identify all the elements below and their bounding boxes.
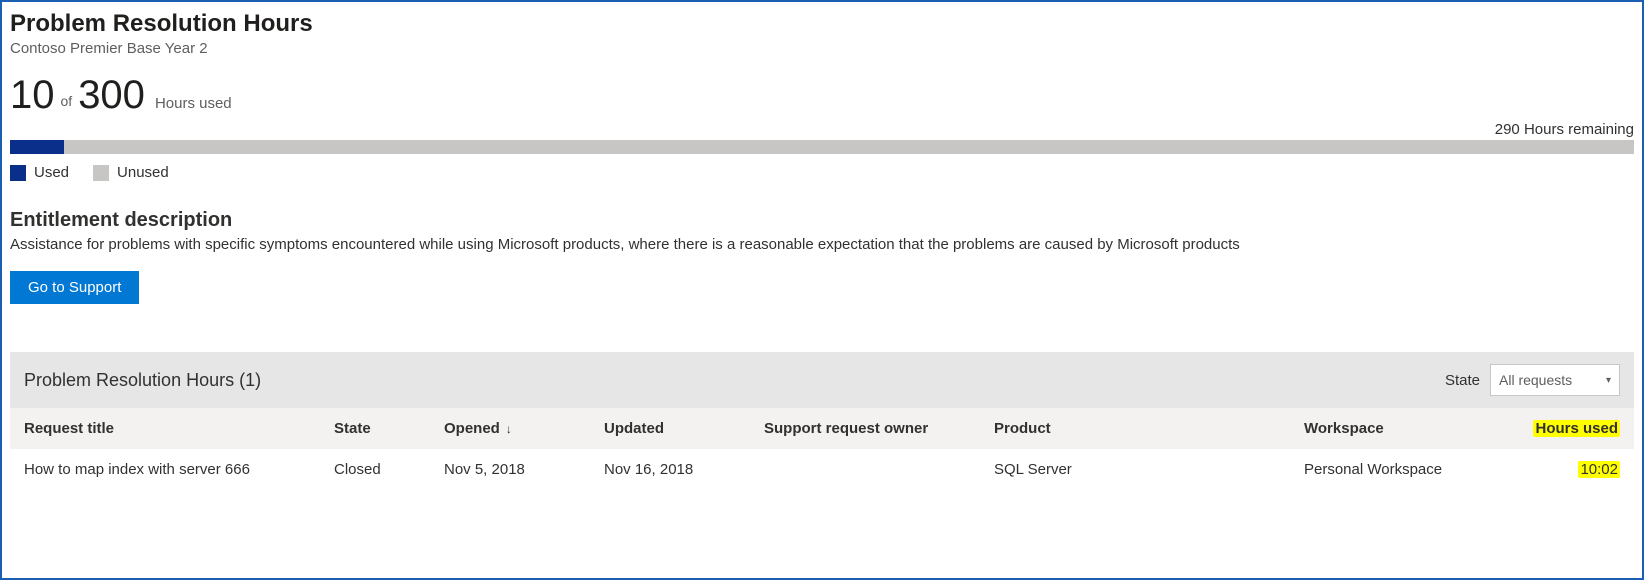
legend: Used Unused xyxy=(10,164,1634,181)
col-opened[interactable]: Opened ↓ xyxy=(430,408,590,449)
cell-workspace: Personal Workspace xyxy=(1290,449,1510,490)
table-header-title: Problem Resolution Hours (1) xyxy=(24,370,261,391)
usage-bar xyxy=(10,140,1634,154)
state-filter-value: All requests xyxy=(1499,372,1572,388)
legend-unused-label: Unused xyxy=(117,164,169,181)
col-updated[interactable]: Updated xyxy=(590,408,750,449)
state-filter-select[interactable]: All requests ▾ xyxy=(1490,364,1620,396)
go-to-support-button[interactable]: Go to Support xyxy=(10,271,139,304)
col-request-title[interactable]: Request title xyxy=(10,408,320,449)
cell-owner xyxy=(750,458,980,482)
cell-updated: Nov 16, 2018 xyxy=(590,449,750,490)
cell-product: SQL Server xyxy=(980,449,1290,490)
col-state[interactable]: State xyxy=(320,408,430,449)
hours-total-value: 300 xyxy=(78,75,145,115)
usage-line: 10 of 300 Hours used xyxy=(10,75,1634,115)
cell-hours-used: 10:02 xyxy=(1510,449,1634,490)
col-owner[interactable]: Support request owner xyxy=(750,408,980,449)
cell-request-title: How to map index with server 666 xyxy=(10,449,300,490)
hours-used-label: Hours used xyxy=(155,95,232,112)
col-hours-used-label: Hours used xyxy=(1533,420,1620,437)
of-label: of xyxy=(61,93,73,109)
subtitle: Contoso Premier Base Year 2 xyxy=(10,40,1634,57)
entitlement-title: Entitlement description xyxy=(10,209,1634,232)
legend-unused: Unused xyxy=(93,164,169,181)
col-product[interactable]: Product xyxy=(980,408,1290,449)
col-opened-label: Opened xyxy=(444,420,500,437)
cell-state: Closed xyxy=(320,449,430,490)
state-filter-label: State xyxy=(1445,372,1480,389)
state-filter: State All requests ▾ xyxy=(1445,364,1620,396)
legend-used: Used xyxy=(10,164,69,181)
hours-remaining: 290 Hours remaining xyxy=(10,121,1634,138)
chevron-down-icon: ▾ xyxy=(1606,375,1611,386)
table-row[interactable]: How to map index with server 666 Closed … xyxy=(10,449,1634,490)
usage-bar-fill xyxy=(10,140,64,154)
requests-table: Problem Resolution Hours (1) State All r… xyxy=(10,352,1634,490)
swatch-unused-icon xyxy=(93,165,109,181)
entitlement-desc: Assistance for problems with specific sy… xyxy=(10,236,1410,253)
sort-down-icon: ↓ xyxy=(506,422,512,436)
col-workspace[interactable]: Workspace xyxy=(1290,408,1510,449)
table-header-bar: Problem Resolution Hours (1) State All r… xyxy=(10,352,1634,408)
legend-used-label: Used xyxy=(34,164,69,181)
cell-opened: Nov 5, 2018 xyxy=(430,449,590,490)
col-hours-used[interactable]: Hours used xyxy=(1510,408,1634,449)
hours-used-value: 10 xyxy=(10,75,55,115)
swatch-used-icon xyxy=(10,165,26,181)
table-head-row: Request title State Opened ↓ Updated Sup… xyxy=(10,408,1634,449)
page-title: Problem Resolution Hours xyxy=(10,10,1634,38)
cell-hours-used-value: 10:02 xyxy=(1578,461,1620,478)
